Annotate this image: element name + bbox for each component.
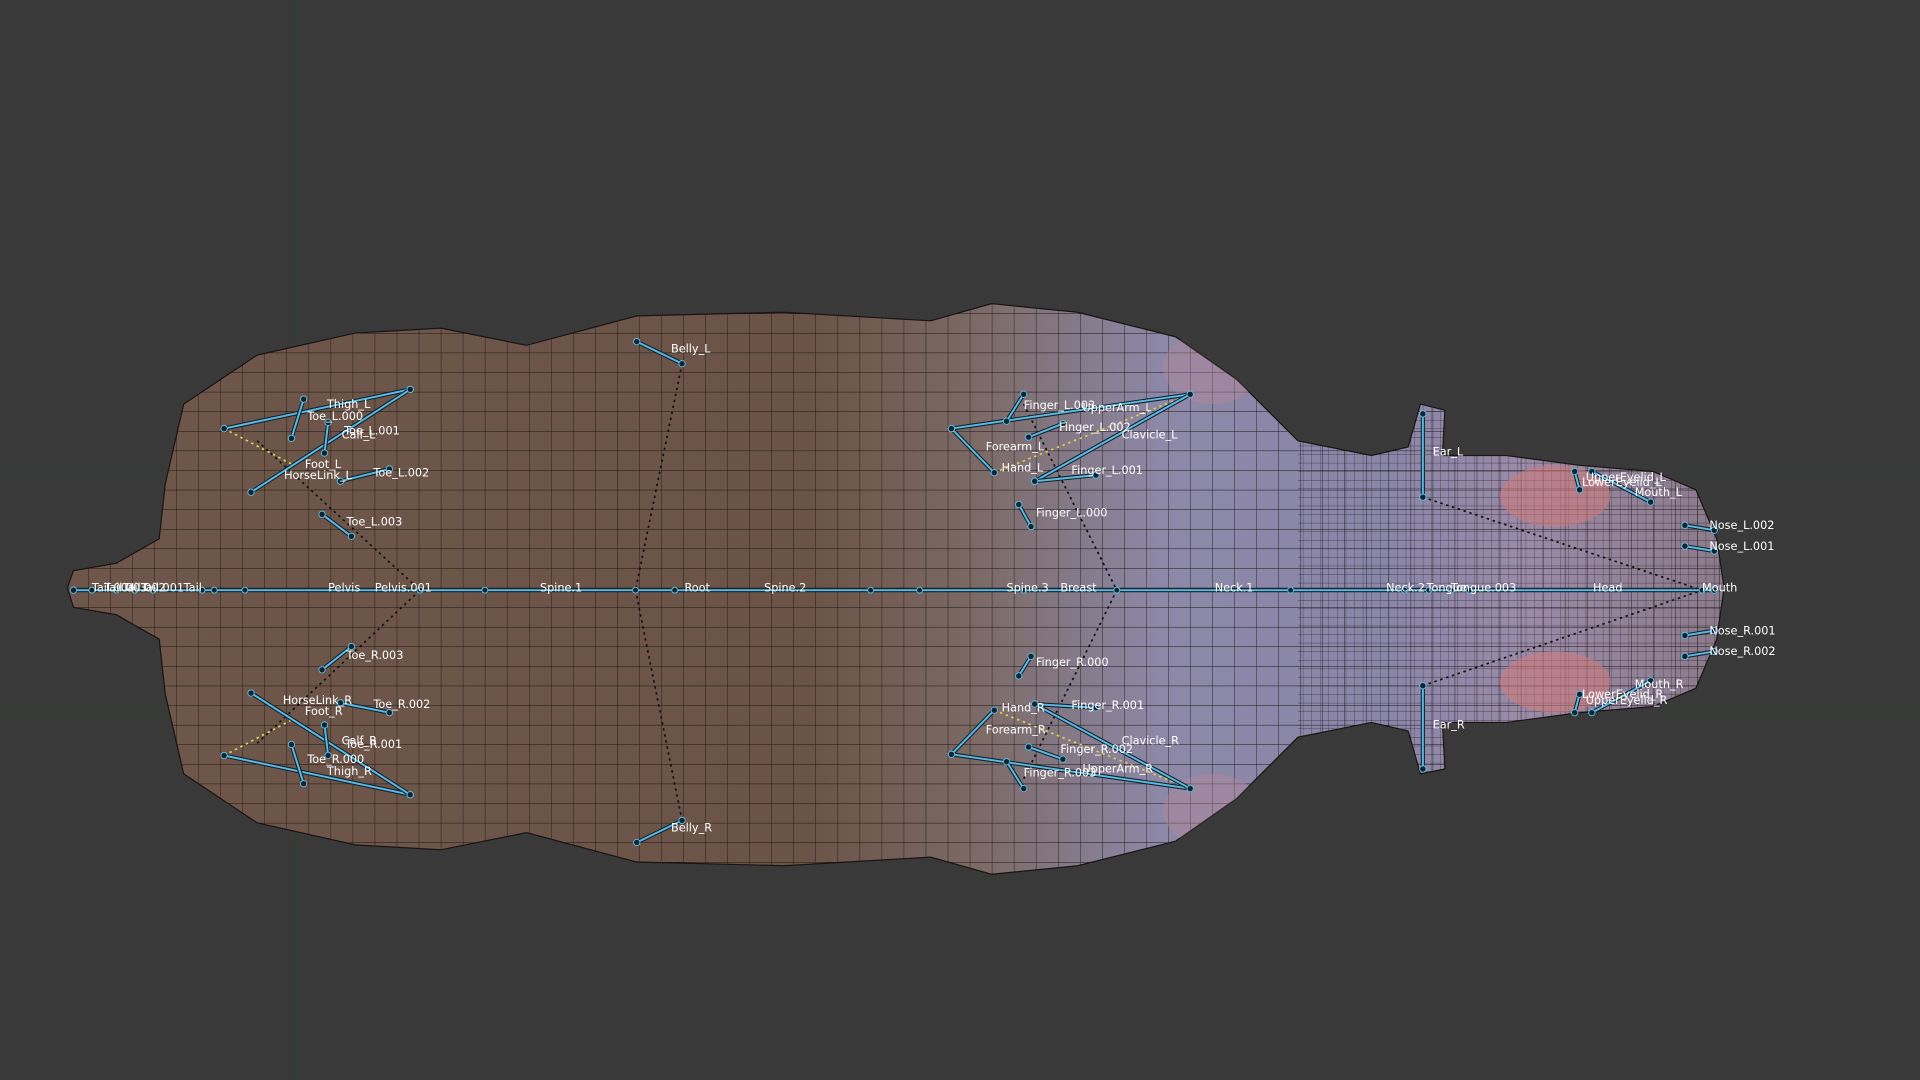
bone-label-finger-r-001: Finger_R.001 xyxy=(1071,699,1144,712)
bone-joint[interactable] xyxy=(1287,586,1295,594)
bone-label-head: Head xyxy=(1593,581,1622,594)
bone-label-hand-r: Hand_R xyxy=(1002,701,1045,714)
bone-label-spine-3: Spine.3 xyxy=(1007,581,1049,594)
bone-label-toe-r-003: Toe_R.003 xyxy=(346,649,404,662)
bone-label-forearm-r: Forearm_R xyxy=(986,723,1046,736)
bone-label-upperarm-l: UpperArm_L xyxy=(1082,401,1152,414)
bone-joint[interactable] xyxy=(241,586,249,594)
bone-joint[interactable] xyxy=(671,586,679,594)
bone-label-toe-r-002: Toe_R.002 xyxy=(372,698,430,711)
3d-viewport[interactable]: Belly_LThigh_LToe_L.000Toe_L.001Calf_LFo… xyxy=(0,0,1920,1080)
bone-label-toe-r-000: Toe_R.000 xyxy=(306,753,364,766)
bone-joint[interactable] xyxy=(481,586,489,594)
bone-joint[interactable] xyxy=(1113,586,1121,594)
bone-label-finger-l-001: Finger_L.001 xyxy=(1071,464,1143,477)
bone-joint[interactable] xyxy=(916,586,924,594)
bone-label-finger-l-002: Finger_L.002 xyxy=(1059,421,1131,434)
bone-label-mouth-l: Mouth_L xyxy=(1635,486,1683,499)
bone-label-nose-r-001: Nose_R.001 xyxy=(1709,624,1775,637)
bone-label-mouth: Mouth xyxy=(1702,581,1737,594)
bone-label-ear-r: Ear_R xyxy=(1433,719,1465,732)
bone-label-nose-r-002: Nose_R.002 xyxy=(1709,645,1775,658)
bone-label-breast: Breast xyxy=(1060,581,1097,594)
bone-label-nose-l-001: Nose_L.001 xyxy=(1709,540,1774,553)
bone-label-spine-1: Spine.1 xyxy=(540,581,582,594)
bone-label-neck-1: Neck.1 xyxy=(1215,581,1254,594)
bone-label-toe-l-002: Toe_L.002 xyxy=(372,466,429,479)
bone-label-toe-l-000: Toe_L.000 xyxy=(306,410,363,423)
bone-joint[interactable] xyxy=(867,586,875,594)
bone-joint[interactable] xyxy=(632,586,639,594)
bone-label-neck-2: Neck.2 xyxy=(1386,581,1425,594)
bone-label-thigh-l: Thigh_L xyxy=(326,398,371,411)
bone-label-tail: Tail xyxy=(183,581,202,594)
bone-label-calf-l: Calf_L xyxy=(342,428,376,441)
bone-label-belly-l: Belly_L xyxy=(671,343,711,356)
bone-label-root: Root xyxy=(684,581,710,594)
bone-label-pelvis-001: Pelvis.001 xyxy=(375,581,432,594)
bone-label-finger-l-000: Finger_L.000 xyxy=(1036,507,1108,520)
bone-label-finger-r-000: Finger_R.000 xyxy=(1036,656,1109,669)
bone-label-uppereyelid-r: UpperEyelid_R xyxy=(1586,694,1668,707)
bone-label-nose-l-002: Nose_L.002 xyxy=(1709,519,1774,532)
bone-label-tail-001: Tail.001 xyxy=(140,581,184,594)
bone-label-tongue-003: Tongue.003 xyxy=(1450,581,1516,594)
bone-label-ear-l: Ear_L xyxy=(1433,446,1464,459)
bone-label-toe-l-003: Toe_L.003 xyxy=(346,515,403,528)
bone-label-forearm-l: Forearm_L xyxy=(986,441,1045,454)
bone-label-clavicle-l: Clavicle_L xyxy=(1122,428,1179,441)
bone-label-hand-l: Hand_L xyxy=(1002,461,1044,474)
bone-label-clavicle-r: Clavicle_R xyxy=(1122,734,1180,747)
bone-label-belly-r: Belly_R xyxy=(671,821,712,834)
bone-label-foot-r: Foot_R xyxy=(305,705,343,718)
bone-label-spine-2: Spine.2 xyxy=(764,581,806,594)
bone-label-horselink-l: HorseLink_L xyxy=(284,469,352,482)
bone-label-pelvis: Pelvis xyxy=(328,581,360,594)
bone-label-upperarm-r: UpperArm_R xyxy=(1082,763,1153,776)
bone-joint[interactable] xyxy=(210,586,218,594)
bone-label-toe-r-001: Toe_R.001 xyxy=(344,738,402,751)
hippo-mesh[interactable] xyxy=(0,0,1920,1080)
bone-label-thigh-r: Thigh_R xyxy=(326,765,372,778)
